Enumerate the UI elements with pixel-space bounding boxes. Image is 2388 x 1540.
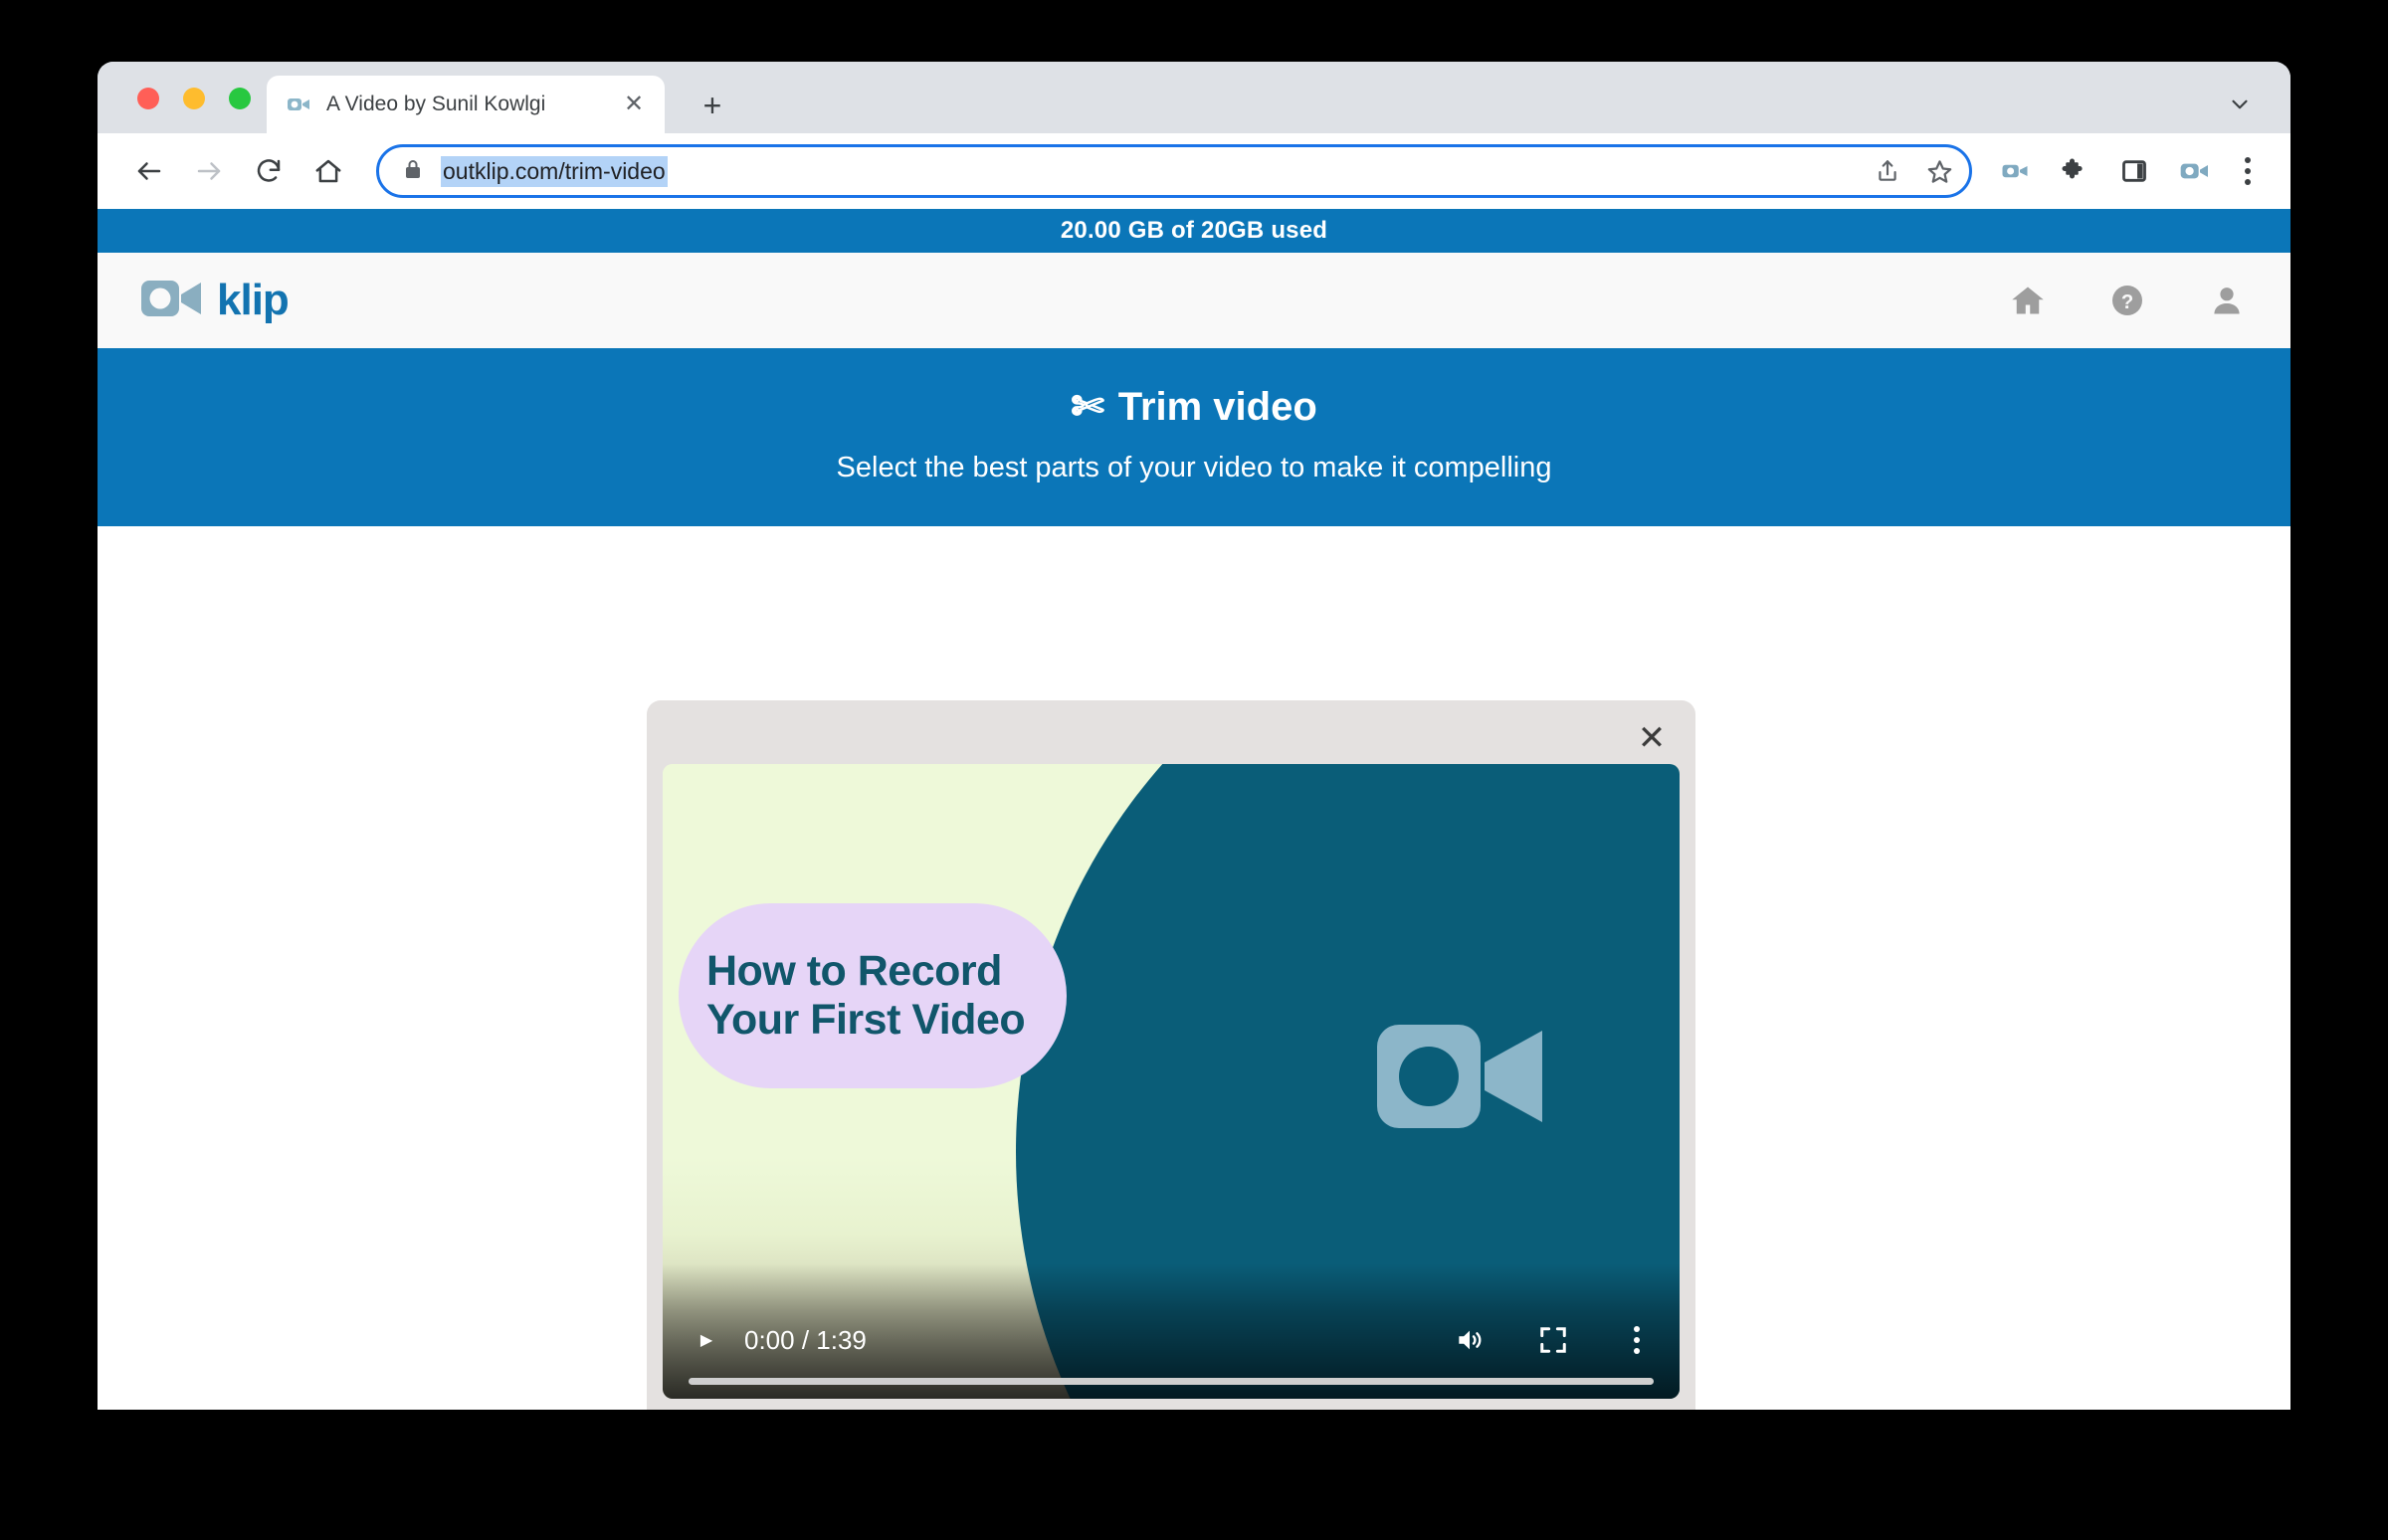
browser-toolbar: outklip.com/trim-video [98,133,2290,209]
hero-banner: ✄ Trim video Select the best parts of yo… [98,348,2290,526]
navbar-actions: ? [2008,281,2247,320]
star-icon[interactable] [1921,153,1957,189]
minimize-window-button[interactable] [183,88,205,109]
reload-icon[interactable] [243,145,295,197]
forward-arrow-icon [183,145,235,197]
site-navbar: klip ? [98,253,2290,348]
storage-banner: 20.00 GB of 20GB used [98,209,2290,253]
address-bar[interactable]: outklip.com/trim-video [376,144,1972,198]
close-icon[interactable]: ✕ [1632,718,1672,758]
video-controls-right [1451,1321,1656,1359]
video-thumbnail-title-pill: How to Record Your First Video [679,903,1067,1088]
volume-icon[interactable] [1451,1321,1489,1359]
video-controls-row: ▶ 0:00 / 1:39 [687,1312,1656,1368]
maximize-window-button[interactable] [229,88,251,109]
tab-favicon-video-camera-icon [287,93,310,116]
video-card: ✕ How to Record Your First Video ▶ 0:00 … [647,700,1695,1410]
browser-tab[interactable]: A Video by Sunil Kowlgi ✕ [267,76,665,133]
window-controls [137,88,251,109]
url-text[interactable]: outklip.com/trim-video [441,155,668,187]
fullscreen-icon[interactable] [1534,1321,1572,1359]
account-icon[interactable] [2207,281,2247,320]
page-subtitle: Select the best parts of your video to m… [836,452,1552,483]
back-arrow-icon[interactable] [123,145,175,197]
video-controls: ▶ 0:00 / 1:39 [663,1263,1680,1399]
video-camera-extension-icon-2[interactable] [2175,152,2213,190]
lock-icon [403,158,423,185]
share-icon[interactable] [1870,153,1905,189]
brand-logo[interactable]: klip [141,276,290,325]
tab-title: A Video by Sunil Kowlgi [326,93,546,115]
extension-icons [1996,152,2213,190]
video-progress-bar[interactable] [689,1378,1654,1385]
video-thumbnail-title-line2: Your First Video [706,996,1026,1044]
tab-close-icon[interactable]: ✕ [619,90,649,119]
page-title: ✄ Trim video [98,384,2290,430]
brand-name: klip [217,276,290,324]
side-panel-icon[interactable] [2115,152,2153,190]
puzzle-extension-icon[interactable] [2056,152,2093,190]
close-window-button[interactable] [137,88,159,109]
svg-text:?: ? [2121,291,2133,313]
page-viewport: 20.00 GB of 20GB used klip ? ✄ Trim vide… [98,209,2290,1410]
browser-window: A Video by Sunil Kowlgi ✕ + outklip.com/… [98,62,2290,1410]
browser-menu-icon[interactable] [2231,157,2265,185]
video-thumbnail-title: How to Record Your First Video [706,946,1026,1045]
omnibox-actions [1870,147,1957,195]
file-size-label: File size: 2.51MB [663,1399,1680,1410]
video-thumbnail-title-line1: How to Record [706,946,1002,995]
home-icon[interactable] [2008,281,2048,320]
video-camera-logo-icon [141,277,203,325]
help-icon[interactable]: ? [2107,281,2147,320]
tab-strip: A Video by Sunil Kowlgi ✕ + [98,62,2290,133]
video-camera-extension-icon[interactable] [1996,152,2034,190]
chevron-down-icon[interactable] [2223,88,2257,121]
video-time-display: 0:00 / 1:39 [744,1324,867,1355]
video-overflow-menu-icon[interactable] [1618,1321,1656,1359]
new-tab-button[interactable]: + [695,88,730,123]
video-camera-icon [1377,1013,1548,1145]
scissors-icon: ✄ [1071,385,1104,429]
page-title-text: Trim video [1117,384,1317,429]
video-player[interactable]: How to Record Your First Video ▶ 0:00 / … [663,764,1680,1399]
home-icon[interactable] [302,145,354,197]
play-icon[interactable]: ▶ [687,1330,726,1350]
